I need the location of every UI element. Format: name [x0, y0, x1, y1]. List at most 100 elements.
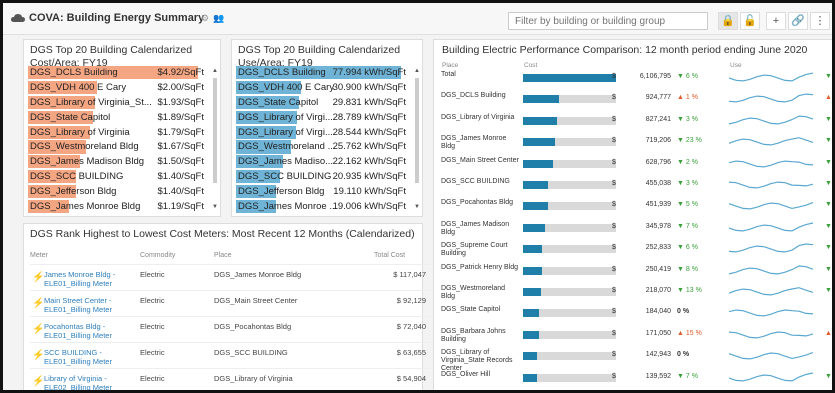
item-value: 28.789 kWh/SqFt — [332, 111, 406, 123]
item-name: DGS_State Capitol — [238, 96, 319, 108]
column-header-total-cost[interactable]: Total Cost — [374, 252, 405, 259]
list-item[interactable]: DGS_DCLS Building $4.92/SqFt — [28, 66, 218, 80]
column-header-commodity[interactable]: Commodity — [140, 252, 175, 259]
performance-row[interactable]: DGS_Westmoreland Bldg $218,070 ▼ 13 % ▼ — [441, 283, 832, 304]
currency-symbol: $ — [612, 372, 616, 380]
meter-link[interactable]: Main Street Center - ELE01_Billing Meter — [44, 296, 134, 314]
use-change-arrow: ▼ — [825, 73, 832, 80]
meter-link[interactable]: James Monroe Bldg - ELE01_Billing Meter — [44, 270, 134, 288]
column-header-meter[interactable]: Meter — [30, 252, 48, 259]
performance-row[interactable]: DGS_Library of Virginia $827,241 ▼ 3 % ▼ — [441, 112, 832, 133]
change-badge: ▼ 7 % — [677, 223, 705, 230]
list-item[interactable]: DGS_State Capitol 29.831 kWh/SqFt — [236, 95, 420, 109]
performance-row[interactable]: Total $6,106,795 ▼ 6 % ▼ — [441, 69, 832, 90]
commodity-cell: Electric — [140, 270, 165, 279]
place-name: DGS_Westmoreland Bldg — [441, 285, 506, 300]
list-item[interactable]: DGS_State Capitol $1.89/SqFt — [28, 110, 218, 124]
list-item[interactable]: DGS_Library of Virginia $1.79/SqFt — [28, 125, 218, 139]
link-button[interactable]: 🔗 — [788, 12, 808, 30]
column-header-place[interactable]: Place — [442, 62, 458, 69]
meter-link[interactable]: Pocahontas Bldg - ELE01_Billing Meter — [44, 322, 134, 340]
table-row[interactable]: ⚡ Pocahontas Bldg - ELE01_Billing Meter El… — [30, 316, 430, 342]
performance-row[interactable]: DGS_SCC BUILDING $455,038 ▼ 3 % ▼ — [441, 176, 832, 197]
cost-value: 6,106,795 — [639, 73, 671, 80]
change-percent: 0 % — [677, 308, 690, 316]
users-icon[interactable]: 👥 — [213, 13, 224, 24]
item-name: DGS_SCC BUILDING — [30, 171, 124, 183]
scroll-up-icon[interactable]: ▲ — [414, 68, 420, 74]
list-item[interactable]: DGS_Library of Virginia_St... $1.93/SqFt — [28, 95, 218, 109]
performance-row[interactable]: DGS_Oliver Hill $139,592 ▼ 7 % ▼ — [441, 369, 832, 390]
list-item[interactable]: DGS_Westmoreland Bldg $1.67/SqFt — [28, 140, 218, 154]
list-item[interactable]: DGS_Library of Virgi... 28.789 kWh/SqFt — [236, 110, 420, 124]
list-item[interactable]: DGS_James Madiso... 22.162 kWh/SqFt — [236, 155, 420, 169]
performance-row[interactable]: DGS_State Capitol $184,040 0 % — [441, 304, 832, 325]
list-item[interactable]: DGS_James Monroe Bldg $1.19/SqFt — [28, 199, 218, 214]
cost-value: 455,038 — [645, 180, 671, 187]
change-percent: 23 % — [685, 137, 702, 145]
performance-row[interactable]: DGS_Barbara Johns Building $171,050 ▲ 15 %… — [441, 326, 832, 347]
performance-row[interactable]: DGS_Pocahontas Bldg $451,939 ▼ 5 % ▼ — [441, 197, 832, 218]
list-item[interactable]: DGS_Jefferson Bldg $1.40/SqFt — [28, 185, 218, 199]
change-badge: 0 % — [677, 308, 705, 315]
arrow-down-icon: ▼ — [677, 265, 686, 273]
performance-row[interactable]: DGS_DCLS Building $924,777 ▲ 1 % ▲ — [441, 90, 832, 111]
building-filter-input[interactable] — [508, 12, 708, 30]
item-value: 20.935 kWh/SqFt — [332, 171, 406, 183]
list-item[interactable]: DGS_James Madison Bldg $1.50/SqFt — [28, 155, 218, 169]
performance-row[interactable]: DGS_Main Street Center $628,796 ▼ 2 % ▼ — [441, 155, 832, 176]
cost-value: 184,040 — [645, 308, 671, 316]
item-value: $1.93/SqFt — [157, 96, 204, 108]
cost-area-panel: DGS Top 20 Building Calendarized Cost/Ar… — [23, 39, 221, 217]
table-row[interactable]: ⚡ Library of Virginia - ELE02_Billing Met… — [30, 368, 430, 390]
table-row[interactable]: ⚡ Main Street Center - ELE01_Billing Mete… — [30, 290, 430, 316]
performance-row[interactable]: DGS_Patrick Henry Bldg $250,419 ▼ 8 % ▼ — [441, 262, 832, 283]
performance-row[interactable]: DGS_Supreme Court Building $252,833 ▼ 6 % ▼ — [441, 240, 832, 261]
change-percent: 2 % — [685, 158, 698, 166]
performance-row[interactable]: DGS_James Monroe Bldg $719,206 ▼ 23 % ▼ — [441, 133, 832, 154]
scrollbar[interactable] — [213, 78, 217, 183]
change-badge: 0 % — [677, 351, 705, 358]
meter-link[interactable]: SCC BUILDING - ELE01_Billing Meter — [44, 348, 134, 366]
list-item[interactable]: DGS_VDH 400 E Cary 30.900 kWh/SqFt — [236, 80, 420, 95]
scrollbar[interactable] — [415, 78, 419, 183]
column-header-use[interactable]: Use — [730, 62, 742, 69]
item-value: 29.831 kWh/SqFt — [332, 96, 406, 108]
lock-button[interactable]: 🔒 — [718, 12, 738, 30]
column-header-place[interactable]: Place — [214, 252, 232, 259]
list-item[interactable]: DGS_James Monroe ... 19.006 kWh/SqFt — [236, 199, 420, 214]
list-item[interactable]: DGS_SCC BUILDING $1.40/SqFt — [28, 170, 218, 184]
performance-row[interactable]: DGS_Library of Virginia_State Records Ce… — [441, 347, 832, 372]
cost-value: 250,419 — [645, 265, 671, 273]
change-badge: ▼ 6 % — [677, 73, 705, 80]
more-icon: ⋮ — [814, 15, 826, 27]
more-button[interactable]: ⋮ — [810, 12, 830, 30]
add-button[interactable]: + — [766, 12, 786, 30]
cost-value: 139,592 — [645, 372, 671, 380]
list-item[interactable]: DGS_Jefferson Bldg 19.110 kWh/SqFt — [236, 185, 420, 199]
list-item[interactable]: DGS_Library of Virgi... 28.544 kWh/SqFt — [236, 125, 420, 139]
column-header-cost[interactable]: Cost — [524, 62, 537, 69]
place-cell: DGS_Library of Virginia — [214, 374, 293, 383]
scroll-down-icon[interactable]: ▼ — [414, 204, 420, 210]
use-sparkline — [729, 243, 814, 253]
list-item[interactable]: DGS_VDH 400 E Cary $2.00/SqFt — [28, 80, 218, 95]
list-item[interactable]: DGS_SCC BUILDING 20.935 kWh/SqFt — [236, 170, 420, 184]
list-item[interactable]: DGS_Westmoreland ... 25.762 kWh/SqFt — [236, 140, 420, 154]
item-value: 19.110 kWh/SqFt — [333, 186, 406, 197]
table-row[interactable]: ⚡ James Monroe Bldg - ELE01_Billing Meter… — [30, 264, 430, 290]
use-sparkline — [729, 181, 814, 189]
commodity-cell: Electric — [140, 374, 165, 383]
settings-icon[interactable]: ⚙ — [201, 13, 209, 24]
total-cost-cell: $ 72,040 — [396, 322, 426, 331]
use-change-arrow: ▼ — [825, 158, 832, 166]
unlock-button[interactable]: 🔓 — [740, 12, 760, 30]
performance-row[interactable]: DGS_James Madison Bldg $345,978 ▼ 7 % ▼ — [441, 219, 832, 240]
table-row[interactable]: ⚡ SCC BUILDING - ELE01_Billing Meter Elect… — [30, 342, 430, 368]
scroll-up-icon[interactable]: ▲ — [212, 68, 218, 74]
list-item[interactable]: DGS_DCLS Building 77.994 kWh/SqFt — [236, 66, 420, 80]
meter-link[interactable]: Library of Virginia - ELE02_Billing Mete… — [44, 374, 134, 390]
scroll-down-icon[interactable]: ▼ — [212, 204, 218, 210]
change-badge: ▼ 23 % — [677, 137, 705, 144]
currency-symbol: $ — [612, 158, 616, 166]
